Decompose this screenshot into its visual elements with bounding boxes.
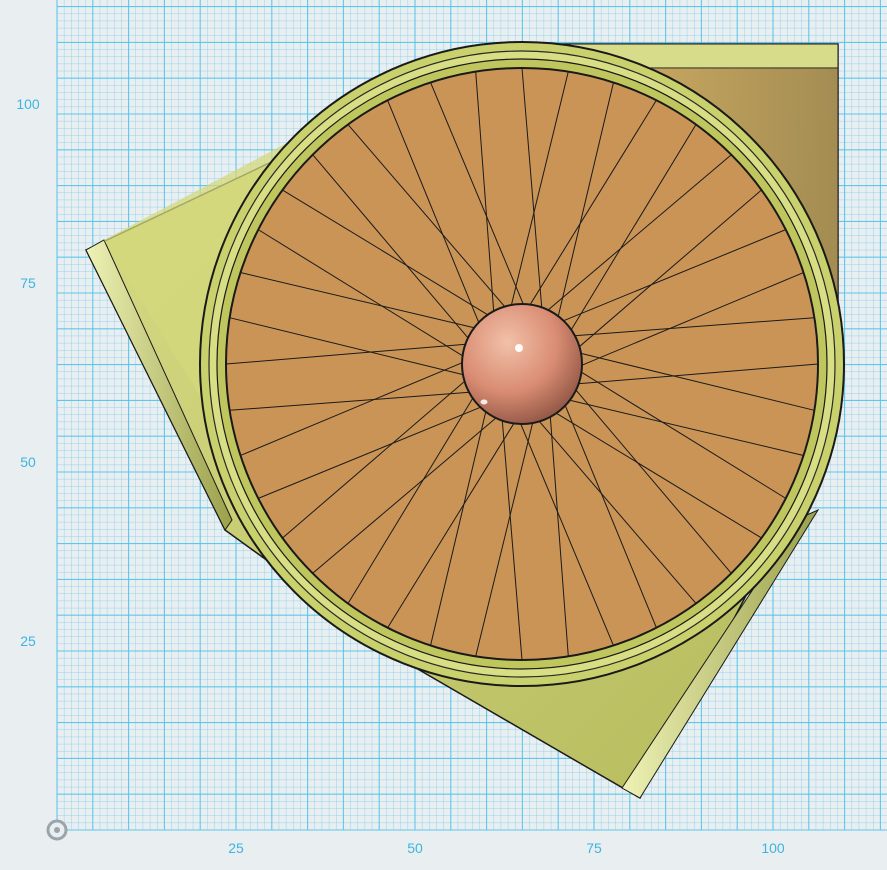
x-tick-label: 25 bbox=[228, 840, 244, 856]
hub-highlight bbox=[480, 399, 488, 405]
x-axis-labels: 25 50 75 100 bbox=[228, 840, 785, 856]
x-tick-label: 50 bbox=[407, 840, 423, 856]
y-axis-labels: 100 75 50 25 bbox=[16, 96, 40, 649]
y-tick-label: 100 bbox=[16, 96, 40, 112]
x-tick-label: 100 bbox=[761, 840, 785, 856]
y-tick-label: 50 bbox=[20, 454, 36, 470]
wheel-hub[interactable] bbox=[461, 303, 583, 425]
x-tick-label: 75 bbox=[586, 840, 602, 856]
workplane-canvas[interactable]: 25 50 75 100 100 75 50 25 bbox=[0, 0, 887, 870]
y-tick-label: 25 bbox=[20, 633, 36, 649]
hub-highlight bbox=[515, 344, 523, 352]
y-tick-label: 75 bbox=[20, 275, 36, 291]
origin-circle-icon[interactable] bbox=[46, 819, 68, 841]
